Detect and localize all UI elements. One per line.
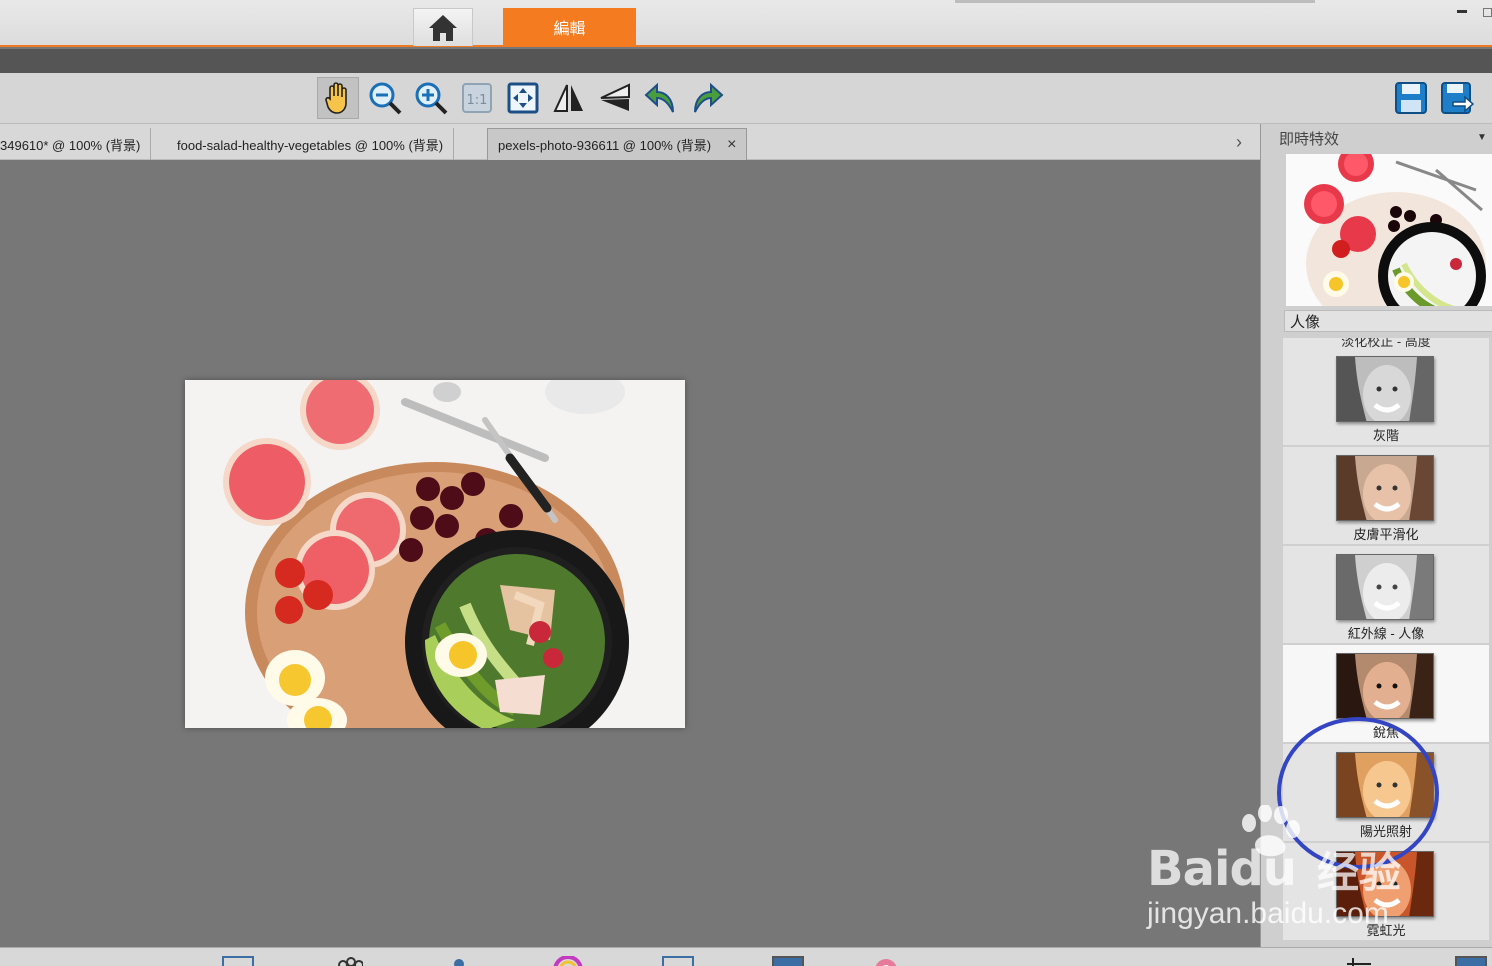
editing-canvas[interactable] (0, 160, 1260, 947)
zoom-in-icon (415, 82, 448, 115)
actual-size-icon: 1:1 (462, 83, 492, 113)
panel-header[interactable]: 即時特效 ▼ (1261, 124, 1492, 152)
document-tabs: 349610* @ 100% (背景) food-salad-healthy-v… (0, 124, 1260, 160)
fit-screen-icon (507, 82, 539, 114)
zoom-out-icon (369, 82, 402, 115)
color-wheel-icon[interactable] (552, 955, 584, 966)
hand-tool-button[interactable] (317, 77, 359, 119)
image-tool-icon[interactable] (222, 956, 254, 966)
edit-mode-tab[interactable]: 編輯 (503, 8, 636, 46)
rotate-right-icon (694, 82, 724, 113)
watermark-url: jingyan.baidu.com (1147, 897, 1389, 930)
adjust-tool-icon[interactable] (335, 956, 367, 966)
fit-screen-button[interactable] (502, 77, 544, 119)
svg-text:1:1: 1:1 (467, 93, 488, 108)
home-tab[interactable] (413, 8, 473, 46)
effect-thumbnail (1336, 356, 1434, 422)
rotate-right-button[interactable] (686, 77, 728, 119)
tabs-scroll-right-icon[interactable]: › (1236, 132, 1242, 153)
actual-size-button[interactable]: 1:1 (456, 77, 498, 119)
zoom-out-button[interactable] (364, 77, 406, 119)
flip-horizontal-icon (553, 84, 583, 112)
bottom-toolbar (0, 947, 1492, 966)
dropdown-caret-icon[interactable]: ▼ (1477, 132, 1487, 143)
doc-tab-label: 349610* @ 100% (背景) (0, 137, 141, 153)
home-icon (429, 14, 457, 41)
rotate-left-icon (644, 82, 674, 113)
effect-label: 紅外線 - 人像 (1347, 626, 1425, 641)
watermark-brand: Baidu (1147, 841, 1297, 897)
effect-thumbnail (1336, 455, 1434, 521)
effect-label-partial: 淡化校正 - 高度 (1283, 338, 1489, 348)
menu-band (0, 49, 1492, 73)
person-tool-icon[interactable] (445, 956, 477, 966)
effect-label: 灰階 (1372, 428, 1399, 443)
doc-tab-label: pexels-photo-936611 @ 100% (背景) (498, 138, 712, 153)
zoom-in-button[interactable] (410, 77, 452, 119)
food-salad-photo (185, 380, 685, 728)
filter-tool-icon[interactable] (772, 956, 804, 966)
effect-item-grayscale[interactable]: 灰階 (1283, 348, 1489, 446)
doc-tab[interactable]: 349610* @ 100% (背景) (0, 128, 152, 160)
save-button[interactable] (1390, 77, 1432, 119)
effect-preview (1286, 154, 1492, 306)
redeye-tool-icon[interactable] (872, 956, 904, 966)
effect-category-select[interactable]: 人像 (1284, 310, 1492, 332)
doc-tab-active[interactable]: pexels-photo-936611 @ 100% (背景) × (487, 128, 748, 160)
hand-icon (325, 82, 347, 114)
crop-tool-icon[interactable] (1345, 956, 1377, 966)
baidu-watermark: Baidu 经验 jingyan.baidu.com (1147, 805, 1492, 945)
toolbar: 1:1 (0, 73, 1492, 124)
effect-thumbnail (1336, 554, 1434, 620)
close-tab-icon[interactable]: × (727, 136, 736, 154)
effects-tool-icon[interactable] (1455, 956, 1487, 966)
save-as-icon (1441, 82, 1475, 114)
title-shadow (955, 0, 1315, 3)
minimize-button[interactable] (1457, 10, 1467, 13)
effect-thumbnail (1336, 653, 1434, 719)
doc-tab[interactable]: food-salad-healthy-vegetables @ 100% (背景… (167, 128, 455, 160)
effect-label: 皮膚平滑化 (1353, 527, 1419, 542)
flip-horizontal-button[interactable] (548, 77, 590, 119)
rotate-left-button[interactable] (640, 77, 682, 119)
frame-tool-icon[interactable] (662, 956, 694, 966)
effect-item-infrared-portrait[interactable]: 紅外線 - 人像 (1283, 546, 1489, 644)
restore-button[interactable] (1483, 8, 1492, 17)
save-as-button[interactable] (1436, 77, 1478, 119)
flip-vertical-button[interactable] (594, 77, 636, 119)
save-icon (1395, 82, 1427, 114)
title-bar: 編輯 (0, 0, 1492, 47)
effect-item-skin-smoothing[interactable]: 皮膚平滑化 (1283, 447, 1489, 545)
doc-tab-label: food-salad-healthy-vegetables @ 100% (背景… (177, 137, 444, 153)
flip-vertical-icon (600, 83, 630, 111)
panel-title: 即時特效 (1279, 130, 1340, 148)
watermark-cn: 经验 (1317, 849, 1402, 896)
